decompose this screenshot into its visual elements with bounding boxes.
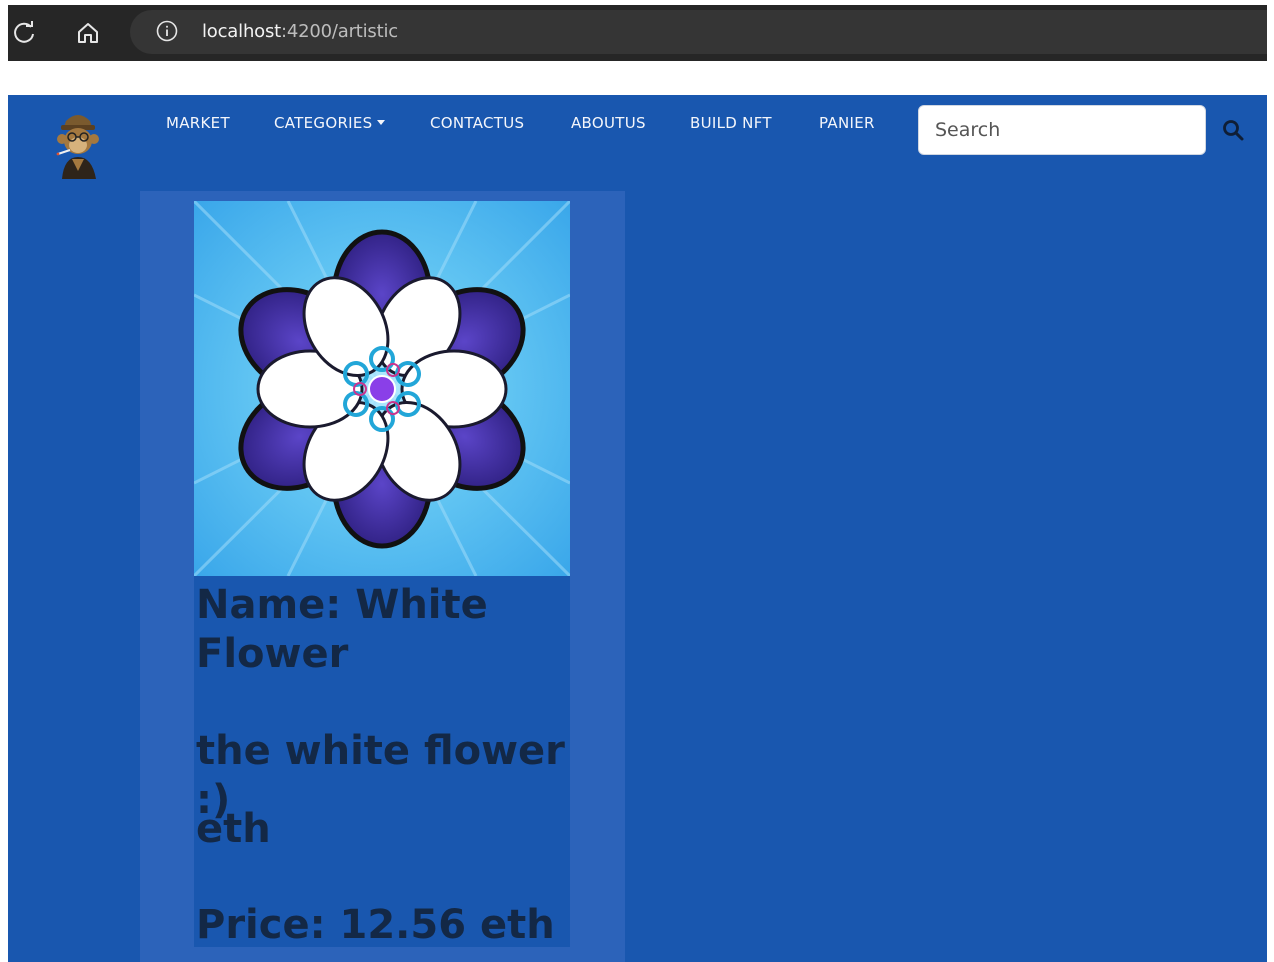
nft-image-white-flower[interactable] <box>192 199 572 578</box>
nav-aboutus[interactable]: ABOUTUS <box>571 114 646 132</box>
nav-contactus[interactable]: CONTACTUS <box>430 114 524 132</box>
url-host: localhost <box>202 21 281 42</box>
nav-categories-dropdown[interactable]: CATEGORIES <box>274 114 385 132</box>
home-icon[interactable] <box>74 19 102 47</box>
nav-aboutus-label: ABOUTUS <box>571 114 646 132</box>
nft-price: Price: 12.56 eth <box>196 902 555 948</box>
product-column: Name: White Flower the white flower :) e… <box>140 191 625 962</box>
nav-categories-label: CATEGORIES <box>274 114 373 132</box>
nft-name: Name: White Flower <box>196 582 488 677</box>
nav-panier-label: PANIER <box>819 114 875 132</box>
nav-build-nft-label: BUILD NFT <box>690 114 772 132</box>
app-page: MARKET CATEGORIES CONTACTUS ABOUTUS BUIL… <box>8 95 1267 962</box>
caret-down-icon <box>376 120 385 125</box>
ape-avatar-logo[interactable] <box>48 105 108 179</box>
browser-toolbar: localhost:4200/artistic <box>8 5 1267 61</box>
navbar: MARKET CATEGORIES CONTACTUS ABOUTUS BUIL… <box>8 95 1267 185</box>
url-path: :4200/artistic <box>281 21 398 42</box>
search-button[interactable] <box>1218 117 1248 145</box>
search-icon <box>1221 119 1245 145</box>
address-bar[interactable]: localhost:4200/artistic <box>130 10 1267 54</box>
nav-market[interactable]: MARKET <box>166 114 230 132</box>
nav-contactus-label: CONTACTUS <box>430 114 525 132</box>
nav-build-nft[interactable]: BUILD NFT <box>690 114 772 132</box>
nav-panier[interactable]: PANIER <box>819 114 875 132</box>
refresh-icon[interactable] <box>10 19 38 47</box>
nft-card[interactable]: Name: White Flower the white flower :) e… <box>192 199 572 948</box>
nav-market-label: MARKET <box>166 114 230 132</box>
nft-currency: eth <box>196 806 271 852</box>
url-text[interactable]: localhost:4200/artistic <box>202 21 398 42</box>
info-icon[interactable] <box>156 20 178 42</box>
search-input[interactable] <box>918 105 1206 155</box>
